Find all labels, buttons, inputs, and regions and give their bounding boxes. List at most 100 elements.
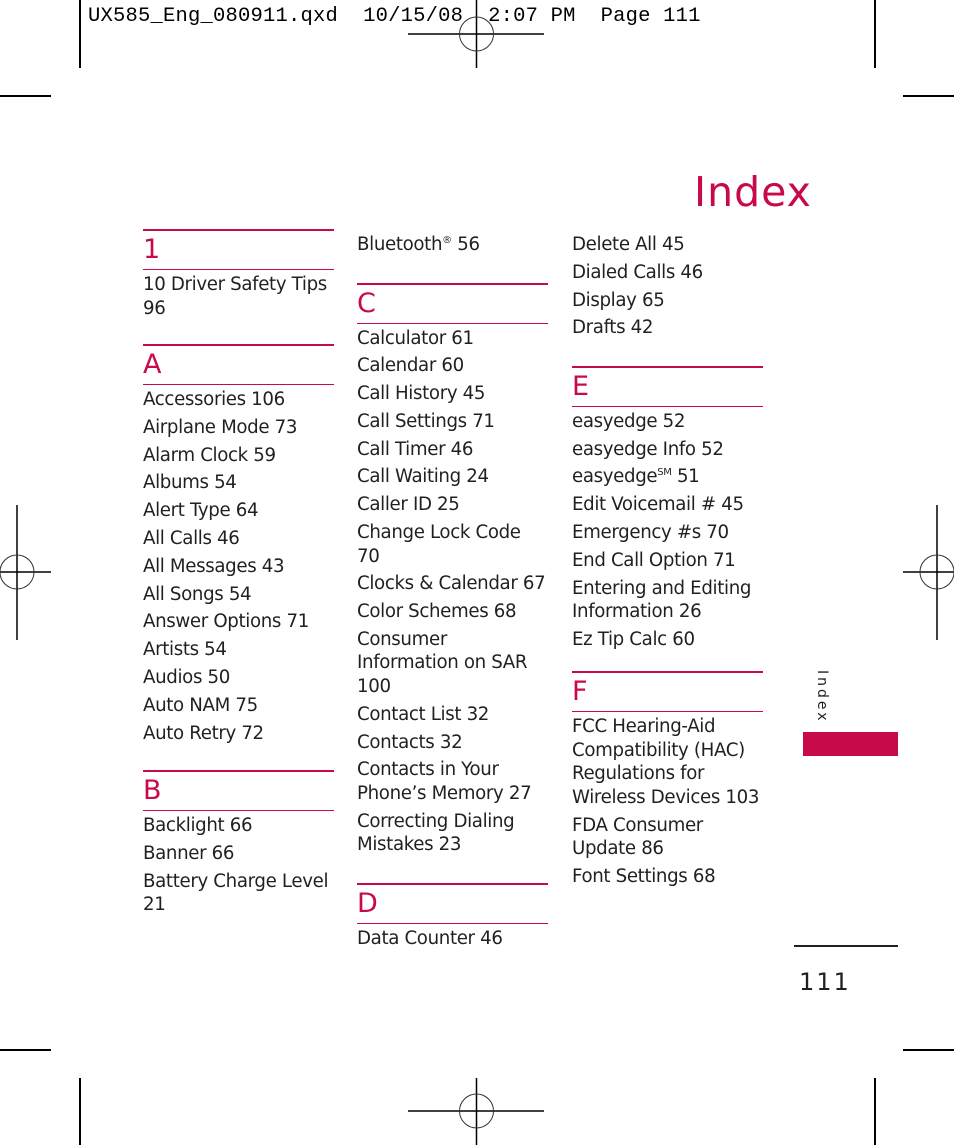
index-entry: Airplane Mode 73	[143, 416, 298, 438]
section-letter-heading: E	[572, 365, 763, 407]
index-entry: Color Schemes 68	[357, 601, 517, 623]
index-entry: Audios 50	[143, 666, 230, 688]
slug-time: 2:07 PM	[488, 5, 576, 28]
index-column-1: 1 10 Driver Safety Tips 96 A Accessories 10…	[143, 229, 334, 921]
page-title: Index	[694, 168, 812, 217]
entry-page: 56	[451, 234, 480, 255]
index-entry: Battery Charge Level 21	[143, 870, 329, 916]
index-section-b: B Backlight 66 Banner 66 Battery Charge Lev…	[143, 770, 334, 917]
index-entry: Call Waiting 24	[357, 466, 489, 488]
index-entry: Call History 45	[357, 383, 486, 405]
footer-rule	[794, 945, 898, 947]
index-entry: Accessories 106	[143, 389, 285, 410]
index-entry: FCC Hearing-Aid Compatibility (HAC) Regu…	[572, 716, 760, 808]
slug-page: Page 111	[600, 5, 701, 28]
registration-mark-bottom	[408, 1078, 544, 1145]
entry-term: easyedge	[572, 466, 658, 488]
section-entries: Accessories 106 Airplane Mode 73 Alarm Clo…	[143, 385, 334, 745]
index-entry: FDA Consumer Update 86	[572, 814, 703, 860]
index-entry: Contacts in Your Phone’s Memory 27	[357, 759, 532, 804]
section-letter-heading: C	[357, 282, 548, 324]
index-entry: End Call Option 71	[572, 549, 736, 571]
index-entry: 10 Driver Safety Tips 96	[143, 274, 327, 319]
index-entry: Alert Type 64	[143, 500, 259, 522]
index-section-e: Eeasyedge 52 easyedge Info 52 easyedgeSM 5…	[572, 365, 763, 652]
section-letter-heading: D	[357, 882, 548, 924]
index-entry: Change Lock Code 70	[357, 522, 521, 567]
index-entry: All Songs 54	[143, 583, 252, 605]
index-entry: Caller ID 25	[357, 494, 460, 516]
slug-date: 10/15/08	[363, 5, 464, 28]
section-entries: Data Counter 46	[357, 924, 548, 951]
index-entry: Backlight 66	[143, 815, 253, 837]
section-letter: A	[143, 349, 162, 380]
slug-filename: UX585_Eng_080911.qxd	[88, 5, 339, 28]
index-entry: Font Settings 68	[572, 866, 716, 888]
crop-mark	[874, 0, 876, 68]
registration-mark-right	[903, 505, 954, 640]
side-tab-label: Index	[814, 670, 830, 724]
index-entry: Edit Voicemail # 45	[572, 494, 744, 516]
index-entry: Calendar 60	[357, 355, 464, 377]
section-entries: Backlight 66 Banner 66 Battery Charge Leve…	[143, 811, 334, 917]
entry-superscript: ®	[442, 235, 452, 246]
index-entry: Delete All 45	[572, 234, 685, 255]
index-entry: Drafts 42	[572, 317, 654, 339]
index-entry: easyedgeSM 51	[572, 465, 763, 489]
index-column-2: Bluetooth® 56 C Calculator 61 Calendar 60 Ca…	[357, 233, 548, 954]
section-entries: FCC Hearing-Aid Compatibility (HAC) Regu…	[572, 712, 763, 888]
index-column-3: Delete All 45 Dialed Calls 46 Display 65 Dr…	[572, 233, 763, 893]
index-entry: easyedge Info 52	[572, 438, 724, 460]
index-section-1: 1 10 Driver Safety Tips 96	[143, 229, 334, 320]
section-letter: F	[572, 676, 588, 708]
index-section-f: F FCC Hearing-Aid Compatibility (HAC) Reg…	[572, 671, 763, 888]
index-entry: Call Timer 46	[357, 438, 474, 460]
index-entry: Consumer Information on SAR 100	[357, 628, 528, 697]
page-number: 111	[799, 968, 851, 996]
crop-mark	[874, 1078, 876, 1145]
side-tab-marker	[803, 732, 898, 756]
index-entry: Banner 66	[143, 842, 235, 864]
index-entry: Bluetooth® 56	[357, 233, 548, 257]
section-letter: C	[357, 287, 376, 319]
index-entry: Artists 54	[143, 639, 227, 661]
print-slug: UX585_Eng_080911.qxd 10/15/08 2:07 PM Pa…	[88, 5, 701, 28]
index-entry: Dialed Calls 46	[572, 261, 703, 283]
index-entry: Correcting Dialing Mistakes 23	[357, 810, 515, 856]
index-entry: Contact List 32	[357, 703, 490, 725]
index-entry: Ez Tip Calc 60	[572, 628, 695, 650]
crop-mark	[79, 1078, 81, 1145]
crop-mark	[0, 1049, 51, 1051]
registration-mark-left	[0, 505, 51, 640]
index-entry: Call Settings 71	[357, 410, 495, 432]
index-section-a: A Accessories 106 Airplane Mode 73 Alarm Cl…	[143, 344, 334, 745]
entry-term: Bluetooth	[357, 234, 443, 255]
index-entry: easyedge 52	[572, 410, 686, 432]
section-entries: Calculator 61 Calendar 60 Call History 45 C…	[357, 324, 548, 857]
section-entries: easyedge 52 easyedge Info 52 easyedgeSM 51…	[572, 407, 763, 652]
index-entry: Alarm Clock 59	[143, 444, 276, 466]
section-letter-heading: 1	[143, 229, 334, 270]
index-entry: Emergency #s 70	[572, 522, 729, 544]
crop-mark	[903, 95, 954, 97]
crop-mark	[79, 0, 81, 68]
index-entry: Data Counter 46	[357, 927, 503, 949]
index-entry: Contacts 32	[357, 731, 463, 753]
entry-superscript: SM	[657, 467, 672, 479]
section-letter: E	[572, 370, 590, 402]
index-entry: Auto Retry 72	[143, 722, 264, 744]
section-letter: B	[143, 775, 162, 807]
section-entries: 10 Driver Safety Tips 96	[143, 270, 334, 320]
index-section-c: C Calculator 61 Calendar 60 Call History 45…	[357, 282, 548, 857]
section-letter-heading: F	[572, 671, 763, 713]
index-entry: Auto NAM 75	[143, 694, 258, 716]
index-entry: All Calls 46	[143, 527, 240, 549]
section-letter: 1	[143, 234, 161, 265]
index-entry: All Messages 43	[143, 555, 285, 577]
index-entry: Answer Options 71	[143, 611, 309, 633]
index-entry: Albums 54	[143, 472, 237, 494]
index-entry: Display 65	[572, 289, 665, 311]
index-entry: Clocks & Calendar 67	[357, 573, 546, 595]
continued-entries: Bluetooth® 56	[357, 233, 548, 257]
index-section-d: D Data Counter 46	[357, 882, 548, 951]
